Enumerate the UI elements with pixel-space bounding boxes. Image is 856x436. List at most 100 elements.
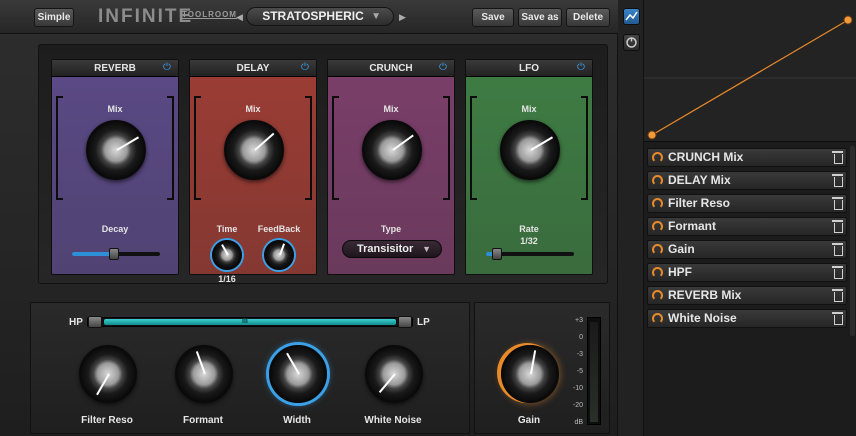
automation-curve — [644, 15, 856, 140]
trash-icon[interactable] — [832, 197, 843, 210]
bracket-left — [194, 96, 201, 200]
save-as-button[interactable]: Save as — [518, 8, 562, 27]
gain-meter — [587, 317, 601, 425]
top-toolbar: Simple INFINITE TOOLROOM ◀ STRATOSPHERIC… — [0, 0, 618, 34]
mod-list-scrollbar[interactable] — [850, 146, 855, 336]
reverb-mix-label: Mix — [107, 104, 123, 114]
reverb-mix-knob[interactable] — [86, 120, 146, 180]
power-icon[interactable]: ⏻ — [577, 62, 588, 73]
trash-icon[interactable] — [832, 151, 843, 164]
brand-sub-logo: TOOLROOM — [182, 10, 237, 19]
delay-module: DELAY ⏻ Mix Time FeedBack 1/16 — [189, 59, 317, 284]
trash-icon[interactable] — [832, 289, 843, 302]
mod-target-name: White Noise — [668, 311, 737, 325]
mod-knob-icon — [652, 221, 663, 232]
delay-time-value: 1/16 — [218, 274, 236, 284]
delete-button[interactable]: Delete — [566, 8, 610, 27]
delay-feedback-knob[interactable] — [264, 240, 294, 270]
crunch-mix-knob[interactable] — [362, 120, 422, 180]
delay-time-knob[interactable] — [212, 240, 242, 270]
preset-selector[interactable]: STRATOSPHERIC ▼ — [246, 7, 394, 26]
power-icon[interactable]: ⏻ — [163, 62, 174, 73]
delay-title: DELAY — [236, 63, 270, 74]
mod-target-row[interactable]: Formant — [647, 217, 847, 236]
lfo-title: LFO — [519, 63, 539, 74]
simple-button[interactable]: Simple — [34, 8, 74, 27]
mod-target-name: DELAY Mix — [668, 173, 731, 187]
filter-reso-label: Filter Reso — [81, 415, 133, 426]
reverb-header: REVERB — [52, 60, 178, 77]
white-noise-knob[interactable] — [365, 345, 423, 403]
mod-knob-icon — [652, 290, 663, 301]
mod-knob-icon — [652, 267, 663, 278]
delay-feedback-label: FeedBack — [257, 224, 301, 234]
mod-target-row[interactable]: Filter Reso — [647, 194, 847, 213]
save-button[interactable]: Save — [472, 8, 514, 27]
mod-target-name: CRUNCH Mix — [668, 150, 744, 164]
mod-target-name: Filter Reso — [668, 196, 731, 210]
width-knob[interactable] — [269, 345, 327, 403]
knob-mode-icon[interactable] — [623, 34, 640, 51]
trash-icon[interactable] — [832, 312, 843, 325]
gain-label: Gain — [517, 415, 541, 426]
mod-target-row[interactable]: CRUNCH Mix — [647, 148, 847, 167]
bracket-left — [332, 96, 339, 200]
reverb-decay-label: Decay — [101, 224, 129, 234]
bracket-right — [167, 96, 174, 200]
delay-mix-knob[interactable] — [224, 120, 284, 180]
trash-icon[interactable] — [832, 220, 843, 233]
gain-knob[interactable] — [501, 345, 559, 403]
delay-mix-label: Mix — [245, 104, 261, 114]
lfo-mix-knob[interactable] — [500, 120, 560, 180]
prev-preset-arrow[interactable]: ◀ — [236, 12, 243, 23]
formant-knob[interactable] — [175, 345, 233, 403]
next-preset-arrow[interactable]: ▶ — [399, 12, 406, 23]
trash-icon[interactable] — [832, 243, 843, 256]
slider-thumb[interactable] — [109, 248, 120, 260]
filter-range-slider[interactable]: III — [87, 316, 413, 328]
lfo-rate-value: 1/32 — [520, 236, 538, 246]
crunch-type-select[interactable]: Transisitor ▼ — [342, 240, 442, 258]
mod-target-row[interactable]: DELAY Mix — [647, 171, 847, 190]
plugin-main: Simple INFINITE TOOLROOM ◀ STRATOSPHERIC… — [0, 0, 618, 436]
curve-point-start[interactable] — [647, 130, 657, 140]
meter-tick-label: dB — [574, 419, 583, 426]
mod-target-name: HPF — [668, 265, 692, 279]
delay-header: DELAY — [190, 60, 316, 77]
crunch-type-value: Transisitor — [357, 243, 414, 255]
crunch-type-label: Type — [380, 224, 402, 234]
mod-target-name: REVERB Mix — [668, 288, 742, 302]
mod-target-row[interactable]: White Noise — [647, 309, 847, 328]
mod-target-row[interactable]: HPF — [647, 263, 847, 282]
mod-target-row[interactable]: REVERB Mix — [647, 286, 847, 305]
lfo-header: LFO — [466, 60, 592, 77]
power-icon[interactable]: ⏻ — [439, 62, 450, 73]
side-strip — [618, 0, 644, 436]
curve-point-end[interactable] — [843, 15, 853, 25]
meter-tick-label: -20 — [572, 402, 583, 409]
slider-thumb[interactable] — [491, 248, 502, 260]
automation-graph-icon[interactable] — [623, 8, 640, 25]
hp-label: HP — [69, 317, 83, 328]
lfo-rate-label: Rate — [519, 224, 539, 234]
width-label: Width — [283, 415, 311, 426]
hp-handle[interactable] — [88, 316, 102, 328]
trash-icon[interactable] — [832, 266, 843, 279]
automation-graph[interactable] — [644, 0, 856, 142]
reverb-decay-slider[interactable] — [72, 248, 160, 260]
mod-target-name: Gain — [668, 242, 695, 256]
modulation-panel: CRUNCH Mix DELAY Mix Filter Reso Formant Gai… — [644, 0, 856, 436]
crunch-mix-label: Mix — [383, 104, 399, 114]
lp-label: LP — [417, 317, 430, 328]
trash-icon[interactable] — [832, 174, 843, 187]
lfo-rate-slider[interactable] — [486, 248, 574, 260]
lp-handle[interactable] — [398, 316, 412, 328]
effects-rack: REVERB ⏻ Mix Decay DELAY ⏻ Mix Time Feed… — [38, 44, 608, 284]
lfo-module: LFO ⏻ Mix Rate 1/32 — [465, 59, 593, 275]
bracket-left — [56, 96, 63, 200]
meter-tick-label: -5 — [576, 368, 583, 375]
mod-target-row[interactable]: Gain — [647, 240, 847, 259]
filter-reso-knob[interactable] — [79, 345, 137, 403]
power-icon[interactable]: ⏻ — [301, 62, 312, 73]
reverb-title: REVERB — [94, 63, 136, 74]
